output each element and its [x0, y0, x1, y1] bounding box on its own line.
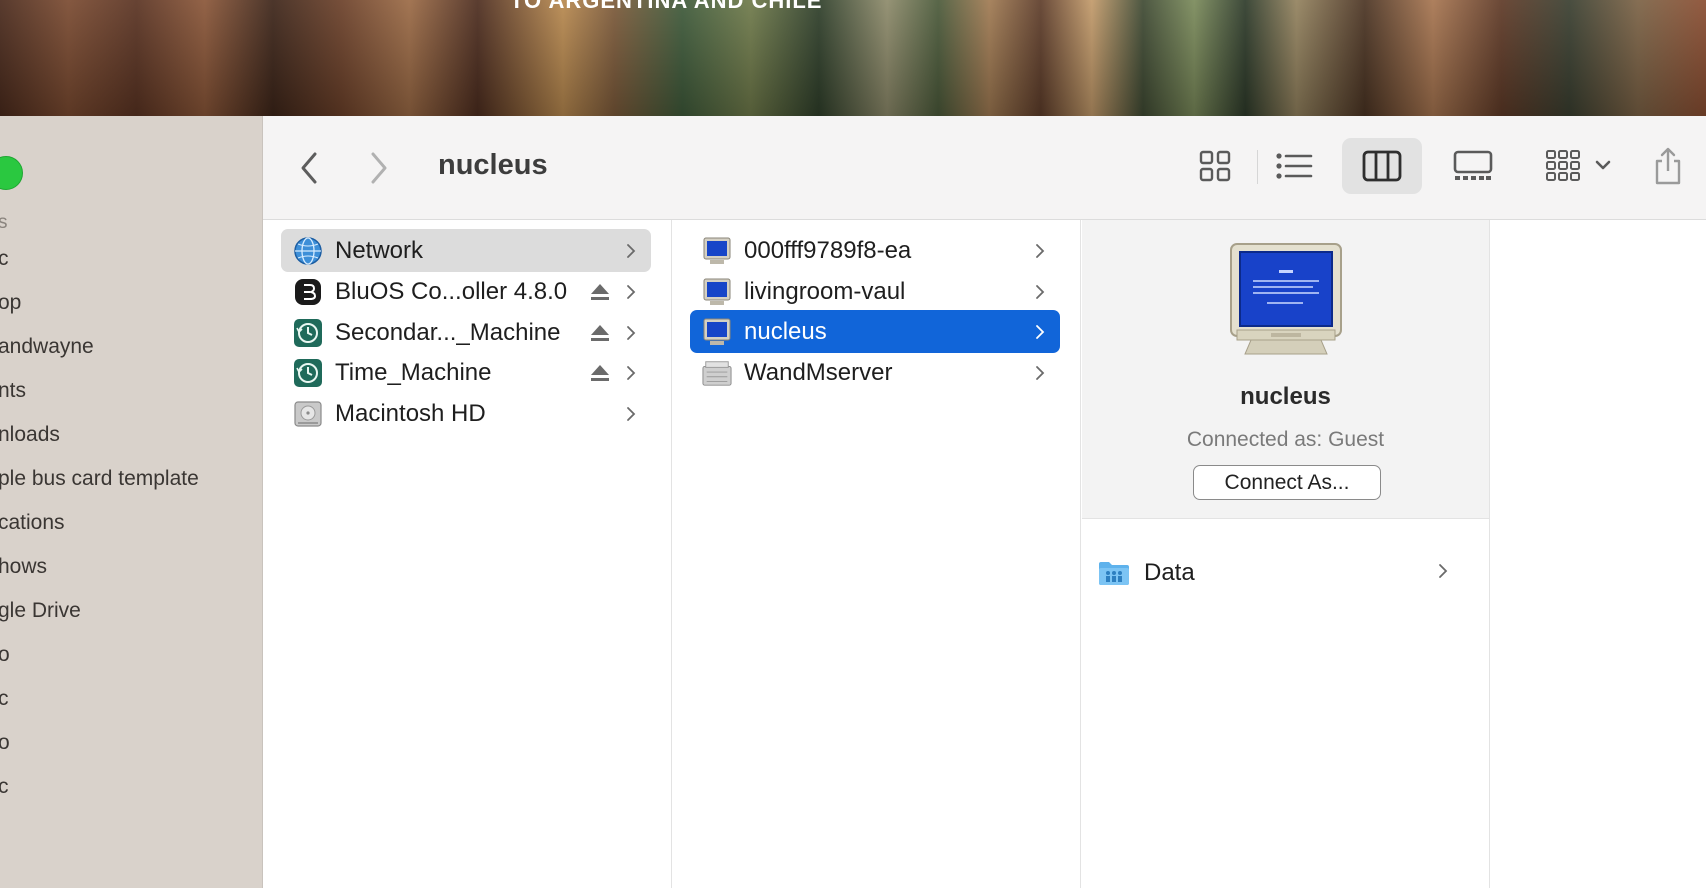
- time-machine-icon: [293, 358, 323, 388]
- columns-icon: [1362, 150, 1402, 182]
- zoom-button[interactable]: [0, 156, 23, 190]
- list-item-secondary-machine[interactable]: Secondar..._Machine: [281, 311, 651, 354]
- sidebar-item-desktop[interactable]: op: [0, 291, 21, 315]
- desktop-wallpaper: TO ARGENTINA AND CHILE: [0, 0, 1706, 117]
- eject-button[interactable]: [589, 281, 611, 303]
- sidebar-item-documents[interactable]: nts: [0, 379, 26, 403]
- chevron-right-icon: [1030, 284, 1050, 300]
- finder-window: s c op andwayne nts nloads ple bus card …: [0, 116, 1706, 888]
- list-item-label: WandMserver: [744, 358, 893, 386]
- computer-icon: [702, 236, 732, 266]
- list-item-label: Macintosh HD: [335, 399, 486, 427]
- wallpaper-caption: TO ARGENTINA AND CHILE: [510, 0, 823, 13]
- forward-button[interactable]: [363, 148, 395, 188]
- back-button[interactable]: [293, 148, 325, 188]
- eject-icon: [591, 364, 609, 381]
- chevron-right-icon: [621, 406, 641, 422]
- group-grid-icon: [1546, 150, 1611, 181]
- eject-icon: [591, 324, 609, 341]
- list-item-time-machine[interactable]: Time_Machine: [281, 351, 651, 394]
- list-item-network[interactable]: Network: [281, 229, 651, 272]
- chevron-right-icon: [1030, 243, 1050, 259]
- connect-as-button[interactable]: Connect As...: [1193, 465, 1381, 500]
- gallery-icon: [1453, 150, 1493, 180]
- host-preview: nucleus Connected as: Guest Connect As..…: [1082, 220, 1489, 519]
- column-view-button[interactable]: [1342, 138, 1422, 194]
- bluos-app-icon: [293, 277, 323, 307]
- chevron-right-icon: [1030, 365, 1050, 381]
- computer-icon: [702, 317, 732, 347]
- window-title: nucleus: [438, 149, 548, 181]
- list-item-bluos[interactable]: BluOS Co...oller 4.8.0: [281, 270, 651, 313]
- sidebar-item[interactable]: o: [0, 643, 10, 667]
- sidebar-item-home[interactable]: andwayne: [0, 335, 94, 359]
- list-item-label: Secondar..._Machine: [335, 318, 561, 346]
- sidebar-item[interactable]: c: [0, 775, 9, 799]
- list-item-label: Time_Machine: [335, 358, 492, 386]
- network-column: 000fff9789f8-ea livingroom-vaul nucleus …: [672, 220, 1081, 888]
- list-view-button[interactable]: [1266, 138, 1322, 194]
- grid-icon: [1199, 150, 1231, 182]
- sidebar-item-applications[interactable]: cations: [0, 511, 65, 535]
- chevron-right-icon: [621, 325, 641, 341]
- list-item-label: nucleus: [744, 317, 827, 345]
- locations-column: Network BluOS Co...oller 4.8.0 Secondar.…: [263, 220, 672, 888]
- group-by-button[interactable]: [1535, 138, 1625, 194]
- list-item-label: livingroom-vaul: [744, 277, 906, 305]
- chevron-right-icon: [621, 365, 641, 381]
- hard-drive-icon: [293, 399, 323, 429]
- sidebar-section-header: s: [0, 212, 8, 233]
- chevron-right-icon: [371, 152, 387, 184]
- shared-folder-icon: [1098, 560, 1130, 586]
- list-icon: [1276, 153, 1313, 179]
- preview-title: nucleus: [1240, 383, 1331, 410]
- sidebar: s c op andwayne nts nloads ple bus card …: [0, 116, 263, 888]
- eject-button[interactable]: [589, 322, 611, 344]
- connection-status: Connected as: Guest: [1186, 428, 1385, 451]
- list-item-label: Network: [335, 236, 424, 264]
- sidebar-item-shows[interactable]: hows: [0, 555, 47, 579]
- chevron-right-icon: [621, 284, 641, 300]
- list-item-host[interactable]: WandMserver: [690, 351, 1060, 394]
- list-item-host[interactable]: livingroom-vaul: [690, 270, 1060, 313]
- share-icon: [1655, 147, 1681, 185]
- sidebar-item-folder[interactable]: ple bus card template: [0, 467, 199, 491]
- list-item-data-share[interactable]: Data: [1098, 552, 1468, 594]
- toolbar-divider: [1257, 150, 1258, 184]
- list-item-host[interactable]: 000fff9789f8-ea: [690, 229, 1060, 272]
- chevron-right-icon: [1438, 563, 1458, 584]
- computer-icon: [1227, 242, 1345, 365]
- sidebar-item-downloads[interactable]: nloads: [0, 423, 60, 447]
- list-item-host-selected[interactable]: nucleus: [690, 310, 1060, 353]
- list-item-label: Data: [1144, 559, 1195, 586]
- sidebar-item-google-drive[interactable]: gle Drive: [0, 599, 81, 623]
- chevron-right-icon: [1030, 324, 1050, 340]
- chevron-down-icon: [1595, 160, 1611, 170]
- list-item-label: BluOS Co...oller 4.8.0: [335, 277, 568, 305]
- eject-button[interactable]: [589, 362, 611, 384]
- toolbar: nucleus: [263, 116, 1706, 220]
- time-machine-icon: [293, 318, 323, 348]
- gallery-view-button[interactable]: [1441, 138, 1505, 194]
- share-button[interactable]: [1648, 138, 1688, 194]
- sidebar-item[interactable]: c: [0, 247, 9, 271]
- chevron-right-icon: [621, 243, 641, 259]
- server-icon: [702, 358, 732, 388]
- list-item-label: 000fff9789f8-ea: [744, 236, 912, 264]
- sidebar-item[interactable]: c: [0, 687, 9, 711]
- eject-icon: [591, 283, 609, 300]
- list-item-macintosh-hd[interactable]: Macintosh HD: [281, 392, 651, 435]
- icon-view-button[interactable]: [1187, 138, 1243, 194]
- network-globe-icon: [293, 236, 323, 266]
- chevron-left-icon: [301, 152, 317, 184]
- computer-icon: [702, 277, 732, 307]
- sidebar-item[interactable]: o: [0, 731, 10, 755]
